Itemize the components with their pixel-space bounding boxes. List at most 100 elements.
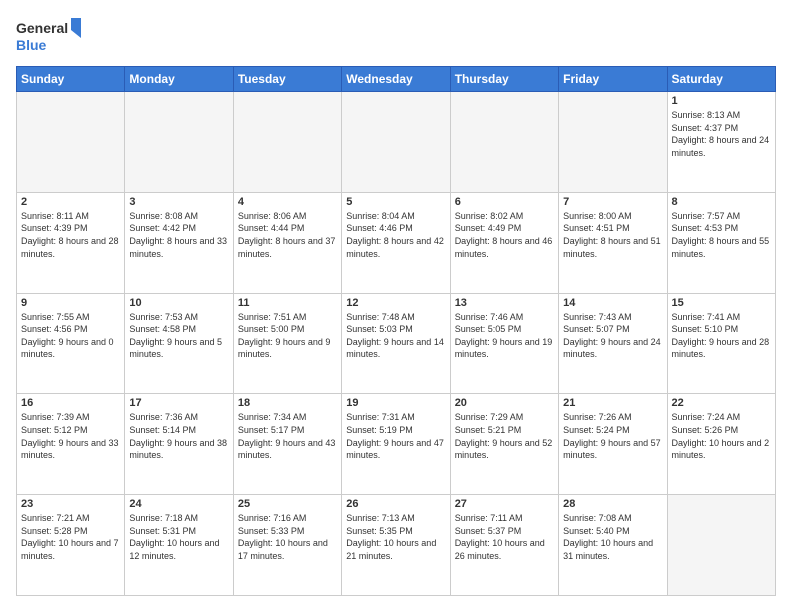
- calendar-cell: [125, 92, 233, 193]
- calendar-cell: 18 Sunrise: 7:34 AMSunset: 5:17 PMDayligh…: [233, 394, 341, 495]
- day-detail: Sunrise: 7:39 AMSunset: 5:12 PMDaylight:…: [21, 411, 120, 461]
- calendar-week-2: 2 Sunrise: 8:11 AMSunset: 4:39 PMDaylight…: [17, 192, 776, 293]
- day-detail: Sunrise: 8:11 AMSunset: 4:39 PMDaylight:…: [21, 210, 120, 260]
- day-number: 1: [672, 95, 771, 107]
- calendar-header-saturday: Saturday: [667, 67, 775, 92]
- day-number: 20: [455, 397, 554, 409]
- day-detail: Sunrise: 7:18 AMSunset: 5:31 PMDaylight:…: [129, 512, 228, 562]
- calendar-cell: 8 Sunrise: 7:57 AMSunset: 4:53 PMDaylight…: [667, 192, 775, 293]
- svg-text:Blue: Blue: [16, 37, 47, 53]
- calendar-cell: 23Sunrise: 7:21 AMSunset: 5:28 PMDayligh…: [17, 495, 125, 596]
- day-number: 21: [563, 397, 662, 409]
- day-detail: Sunrise: 8:04 AMSunset: 4:46 PMDaylight:…: [346, 210, 445, 260]
- calendar-cell: 24 Sunrise: 7:18 AMSunset: 5:31 PMDayligh…: [125, 495, 233, 596]
- page: GeneralBlue SundayMondayTuesdayWednesday…: [0, 0, 792, 612]
- day-detail: Sunrise: 7:55 AMSunset: 4:56 PMDaylight:…: [21, 311, 120, 361]
- calendar-header-friday: Friday: [559, 67, 667, 92]
- day-detail: Sunrise: 7:48 AMSunset: 5:03 PMDaylight:…: [346, 311, 445, 361]
- calendar-cell: [667, 495, 775, 596]
- day-number: 14: [563, 297, 662, 309]
- day-number: 4: [238, 196, 337, 208]
- header: GeneralBlue: [16, 16, 776, 56]
- day-number: 13: [455, 297, 554, 309]
- calendar-cell: 2 Sunrise: 8:11 AMSunset: 4:39 PMDaylight…: [17, 192, 125, 293]
- logo-svg: GeneralBlue: [16, 16, 86, 56]
- day-number: 3: [129, 196, 228, 208]
- calendar-cell: 3 Sunrise: 8:08 AMSunset: 4:42 PMDaylight…: [125, 192, 233, 293]
- day-number: 7: [563, 196, 662, 208]
- day-number: 27: [455, 498, 554, 510]
- calendar-cell: 25 Sunrise: 7:16 AMSunset: 5:33 PMDayligh…: [233, 495, 341, 596]
- calendar-week-3: 9 Sunrise: 7:55 AMSunset: 4:56 PMDaylight…: [17, 293, 776, 394]
- day-detail: Sunrise: 7:16 AMSunset: 5:33 PMDaylight:…: [238, 512, 337, 562]
- day-number: 10: [129, 297, 228, 309]
- calendar-cell: 13 Sunrise: 7:46 AMSunset: 5:05 PMDayligh…: [450, 293, 558, 394]
- calendar-header-thursday: Thursday: [450, 67, 558, 92]
- calendar-table: SundayMondayTuesdayWednesdayThursdayFrid…: [16, 66, 776, 596]
- calendar-cell: 7 Sunrise: 8:00 AMSunset: 4:51 PMDaylight…: [559, 192, 667, 293]
- calendar-cell: 17 Sunrise: 7:36 AMSunset: 5:14 PMDayligh…: [125, 394, 233, 495]
- day-detail: Sunrise: 7:57 AMSunset: 4:53 PMDaylight:…: [672, 210, 771, 260]
- day-number: 22: [672, 397, 771, 409]
- day-number: 6: [455, 196, 554, 208]
- calendar-header-wednesday: Wednesday: [342, 67, 450, 92]
- day-number: 2: [21, 196, 120, 208]
- day-detail: Sunrise: 7:43 AMSunset: 5:07 PMDaylight:…: [563, 311, 662, 361]
- day-number: 26: [346, 498, 445, 510]
- day-number: 24: [129, 498, 228, 510]
- day-detail: Sunrise: 8:06 AMSunset: 4:44 PMDaylight:…: [238, 210, 337, 260]
- day-detail: Sunrise: 8:08 AMSunset: 4:42 PMDaylight:…: [129, 210, 228, 260]
- day-number: 19: [346, 397, 445, 409]
- calendar-cell: 4 Sunrise: 8:06 AMSunset: 4:44 PMDaylight…: [233, 192, 341, 293]
- day-number: 16: [21, 397, 120, 409]
- calendar-cell: 19 Sunrise: 7:31 AMSunset: 5:19 PMDayligh…: [342, 394, 450, 495]
- calendar-cell: 11 Sunrise: 7:51 AMSunset: 5:00 PMDayligh…: [233, 293, 341, 394]
- calendar-cell: [559, 92, 667, 193]
- calendar-cell: 16 Sunrise: 7:39 AMSunset: 5:12 PMDayligh…: [17, 394, 125, 495]
- day-number: 28: [563, 498, 662, 510]
- day-number: 8: [672, 196, 771, 208]
- day-number: 15: [672, 297, 771, 309]
- calendar-cell: 27 Sunrise: 7:11 AMSunset: 5:37 PMDayligh…: [450, 495, 558, 596]
- calendar-cell: 10Sunrise: 7:53 AMSunset: 4:58 PMDayligh…: [125, 293, 233, 394]
- day-number: 23: [21, 498, 120, 510]
- day-number: 11: [238, 297, 337, 309]
- calendar-cell: 9 Sunrise: 7:55 AMSunset: 4:56 PMDaylight…: [17, 293, 125, 394]
- calendar-cell: 12 Sunrise: 7:48 AMSunset: 5:03 PMDayligh…: [342, 293, 450, 394]
- calendar-cell: 20Sunrise: 7:29 AMSunset: 5:21 PMDayligh…: [450, 394, 558, 495]
- day-detail: Sunrise: 8:02 AMSunset: 4:49 PMDaylight:…: [455, 210, 554, 260]
- day-number: 9: [21, 297, 120, 309]
- calendar-week-1: 1Sunrise: 8:13 AMSunset: 4:37 PMDaylight…: [17, 92, 776, 193]
- day-number: 12: [346, 297, 445, 309]
- day-detail: Sunrise: 8:00 AMSunset: 4:51 PMDaylight:…: [563, 210, 662, 260]
- svg-text:General: General: [16, 20, 68, 36]
- day-number: 18: [238, 397, 337, 409]
- day-detail: Sunrise: 7:31 AMSunset: 5:19 PMDaylight:…: [346, 411, 445, 461]
- day-detail: Sunrise: 7:51 AMSunset: 5:00 PMDaylight:…: [238, 311, 337, 361]
- calendar-week-4: 16 Sunrise: 7:39 AMSunset: 5:12 PMDayligh…: [17, 394, 776, 495]
- calendar-header-tuesday: Tuesday: [233, 67, 341, 92]
- calendar-cell: 21 Sunrise: 7:26 AMSunset: 5:24 PMDayligh…: [559, 394, 667, 495]
- day-number: 17: [129, 397, 228, 409]
- calendar-cell: 1Sunrise: 8:13 AMSunset: 4:37 PMDaylight…: [667, 92, 775, 193]
- calendar-cell: 28Sunrise: 7:08 AMSunset: 5:40 PMDayligh…: [559, 495, 667, 596]
- calendar-header-row: SundayMondayTuesdayWednesdayThursdayFrid…: [17, 67, 776, 92]
- calendar-cell: [450, 92, 558, 193]
- day-detail: Sunrise: 7:13 AMSunset: 5:35 PMDaylight:…: [346, 512, 445, 562]
- calendar-cell: 14 Sunrise: 7:43 AMSunset: 5:07 PMDayligh…: [559, 293, 667, 394]
- calendar-cell: [17, 92, 125, 193]
- calendar-cell: [233, 92, 341, 193]
- day-number: 5: [346, 196, 445, 208]
- calendar-cell: 6 Sunrise: 8:02 AMSunset: 4:49 PMDaylight…: [450, 192, 558, 293]
- day-detail: Sunrise: 7:11 AMSunset: 5:37 PMDaylight:…: [455, 512, 554, 562]
- logo: GeneralBlue: [16, 16, 86, 56]
- day-detail: Sunrise: 7:26 AMSunset: 5:24 PMDaylight:…: [563, 411, 662, 461]
- day-number: 25: [238, 498, 337, 510]
- day-detail: Sunrise: 7:36 AMSunset: 5:14 PMDaylight:…: [129, 411, 228, 461]
- calendar-cell: 5 Sunrise: 8:04 AMSunset: 4:46 PMDaylight…: [342, 192, 450, 293]
- day-detail: Sunrise: 7:34 AMSunset: 5:17 PMDaylight:…: [238, 411, 337, 461]
- calendar-cell: [342, 92, 450, 193]
- day-detail: Sunrise: 7:24 AMSunset: 5:26 PMDaylight:…: [672, 411, 771, 461]
- calendar-cell: 15Sunrise: 7:41 AMSunset: 5:10 PMDayligh…: [667, 293, 775, 394]
- day-detail: Sunrise: 7:46 AMSunset: 5:05 PMDaylight:…: [455, 311, 554, 361]
